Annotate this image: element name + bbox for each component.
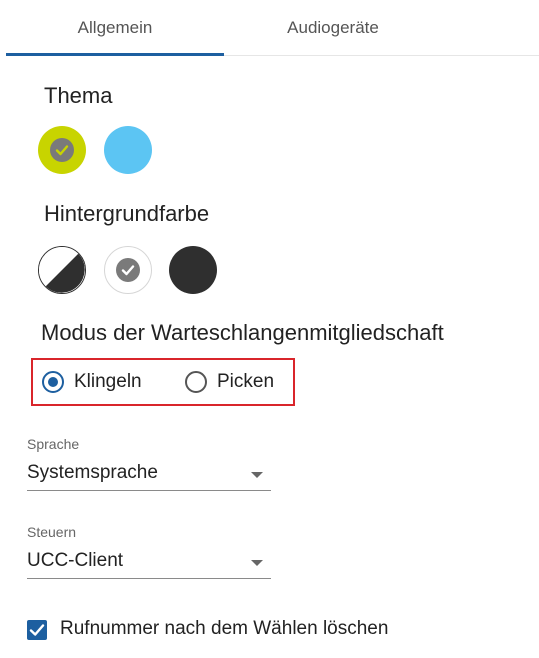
language-select[interactable]: Systemsprache — [27, 458, 271, 491]
control-select[interactable]: UCC-Client — [27, 546, 271, 579]
theme-swatch-lime[interactable] — [38, 126, 86, 174]
radio-checked-icon — [42, 371, 64, 393]
radio-pick[interactable]: Picken — [185, 371, 274, 393]
tab-audio-devices[interactable]: Audiogeräte — [224, 0, 442, 55]
dropdown-arrow-icon — [251, 560, 263, 566]
background-swatch-light[interactable] — [104, 246, 152, 294]
active-tab-indicator — [6, 53, 224, 56]
language-value: Systemsprache — [27, 462, 158, 483]
theme-swatch-light-blue[interactable] — [104, 126, 152, 174]
radio-ring-label: Klingeln — [74, 371, 142, 392]
radio-pick-label: Picken — [217, 371, 275, 392]
tab-general-label: Allgemein — [77, 17, 153, 37]
half-contrast-icon — [39, 247, 85, 293]
queue-mode-radio-group: Klingeln Picken — [31, 358, 295, 406]
radio-unchecked-icon — [185, 371, 207, 393]
queue-mode-title: Modus der Warteschlangenmitgliedschaft — [41, 320, 444, 345]
clear-number-checkbox[interactable] — [27, 620, 47, 640]
clear-number-label[interactable]: Rufnummer nach dem Wählen löschen — [60, 618, 388, 640]
check-icon — [116, 258, 140, 282]
dropdown-arrow-icon — [251, 472, 263, 478]
control-label: Steuern — [27, 524, 77, 540]
tab-general[interactable]: Allgemein — [6, 0, 224, 55]
language-label: Sprache — [27, 436, 80, 452]
background-swatch-auto[interactable] — [38, 246, 86, 294]
background-color-title: Hintergrundfarbe — [44, 201, 210, 226]
tab-bar: Allgemein Audiogeräte — [6, 0, 539, 56]
theme-title: Thema — [44, 83, 113, 108]
check-icon — [50, 138, 74, 162]
radio-ring[interactable]: Klingeln — [42, 371, 142, 393]
tab-audio-devices-label: Audiogeräte — [287, 17, 379, 37]
background-swatch-dark[interactable] — [169, 246, 217, 294]
checkmark-icon — [29, 624, 45, 636]
control-value: UCC-Client — [27, 550, 124, 571]
